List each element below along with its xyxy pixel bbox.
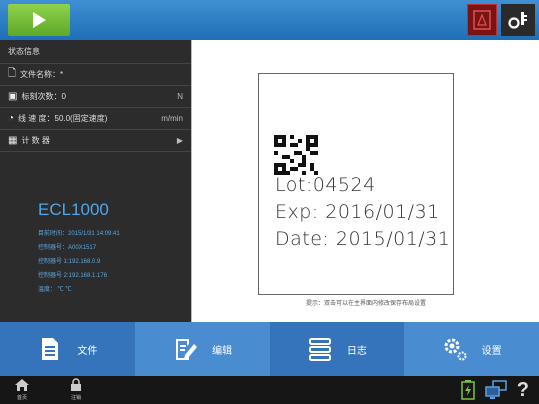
status-panel: 状态信息 🗋 文件名称：* ▣ 标刻次数：0 N ◔ 线 速 度：50.0(固定… bbox=[0, 40, 191, 322]
home-button[interactable]: 首页 bbox=[10, 378, 34, 402]
lock-icon bbox=[71, 378, 81, 391]
qr-code bbox=[274, 135, 318, 175]
status-header: 状态信息 bbox=[0, 40, 191, 64]
alarm-icon bbox=[473, 10, 491, 30]
date-text: Date: 2015/01/31 bbox=[275, 228, 451, 250]
speed-icon: ◔ bbox=[8, 113, 15, 124]
nav-edit-label: 编辑 bbox=[212, 345, 233, 357]
logout-label: 注销 bbox=[70, 395, 81, 401]
line-speed-row: ◔ 线 速 度：50.0(固定速度) m/min bbox=[0, 108, 191, 130]
counter-row[interactable]: ▦ 计 数 器 ▶ bbox=[0, 130, 191, 152]
controller-ip-1: 控制器号 1:192.168.0.9 bbox=[38, 259, 101, 265]
calculator-icon: ▦ bbox=[8, 135, 18, 146]
temperature: 温度： ℃ ℃ bbox=[38, 287, 72, 293]
print-count-unit: N bbox=[177, 92, 183, 101]
current-time: 目前时间：2015/1/31 14:09:41 bbox=[38, 231, 120, 237]
edit-icon bbox=[176, 339, 198, 360]
nav-file-button[interactable]: 文件 bbox=[0, 322, 135, 376]
line-speed-label: 线 速 度：50.0(固定速度) bbox=[18, 114, 108, 123]
preview-hint: 提示：双击可以在主界面内修改保存布局设置 bbox=[305, 301, 426, 307]
nav-log-button[interactable]: 日志 bbox=[269, 322, 405, 376]
bottom-nav: 文件 编辑 日志 设置 bbox=[0, 322, 539, 376]
nav-log-label: 日志 bbox=[346, 345, 367, 357]
label-preview[interactable]: Lot:04524 Exp: 2016/01/31 Date: 2015/01/… bbox=[191, 40, 539, 322]
file-name-row: 🗋 文件名称：* bbox=[0, 64, 191, 86]
log-icon bbox=[308, 338, 331, 361]
lot-text: Lot:04524 bbox=[275, 174, 376, 196]
network-icon bbox=[485, 380, 507, 399]
key-button[interactable] bbox=[501, 4, 535, 36]
key-icon bbox=[508, 12, 527, 29]
device-model: ECL1000 bbox=[38, 200, 109, 219]
counter-icon: ▣ bbox=[8, 91, 18, 102]
status-bar: 首页 注销 ? bbox=[0, 376, 539, 404]
nav-edit-button[interactable]: 编辑 bbox=[134, 322, 270, 376]
gear-icon bbox=[444, 338, 467, 361]
nav-file-label: 文件 bbox=[77, 345, 98, 357]
document-icon bbox=[42, 338, 59, 360]
top-bar bbox=[0, 0, 539, 40]
play-icon bbox=[33, 12, 46, 28]
home-icon bbox=[15, 379, 29, 391]
line-speed-unit: m/min bbox=[161, 114, 183, 123]
print-count-row: ▣ 标刻次数：0 N bbox=[0, 86, 191, 108]
nav-settings-label: 设置 bbox=[481, 345, 502, 357]
print-count-label: 标刻次数：0 bbox=[21, 92, 66, 101]
device-info: ECL1000 目前时间：2015/1/31 14:09:41 控制器号：A00… bbox=[0, 200, 191, 298]
logout-button[interactable]: 注销 bbox=[64, 378, 88, 402]
start-print-button[interactable] bbox=[8, 4, 70, 36]
file-icon: 🗋 bbox=[8, 68, 17, 79]
nav-settings-button[interactable]: 设置 bbox=[404, 322, 539, 376]
file-name-label: 文件名称：* bbox=[20, 70, 64, 79]
home-label: 首页 bbox=[16, 395, 27, 401]
exp-text: Exp: 2016/01/31 bbox=[275, 201, 440, 223]
battery-icon bbox=[461, 380, 475, 400]
counter-label: 计 数 器 bbox=[21, 136, 50, 145]
chevron-right-icon: ▶ bbox=[176, 136, 183, 145]
controller-ip-2: 控制器号 2:192.168.1.176 bbox=[38, 273, 108, 279]
help-icon[interactable]: ? bbox=[517, 379, 529, 401]
controller-id: 控制器号：A00X1517 bbox=[38, 245, 97, 251]
alarm-button[interactable] bbox=[467, 4, 497, 36]
